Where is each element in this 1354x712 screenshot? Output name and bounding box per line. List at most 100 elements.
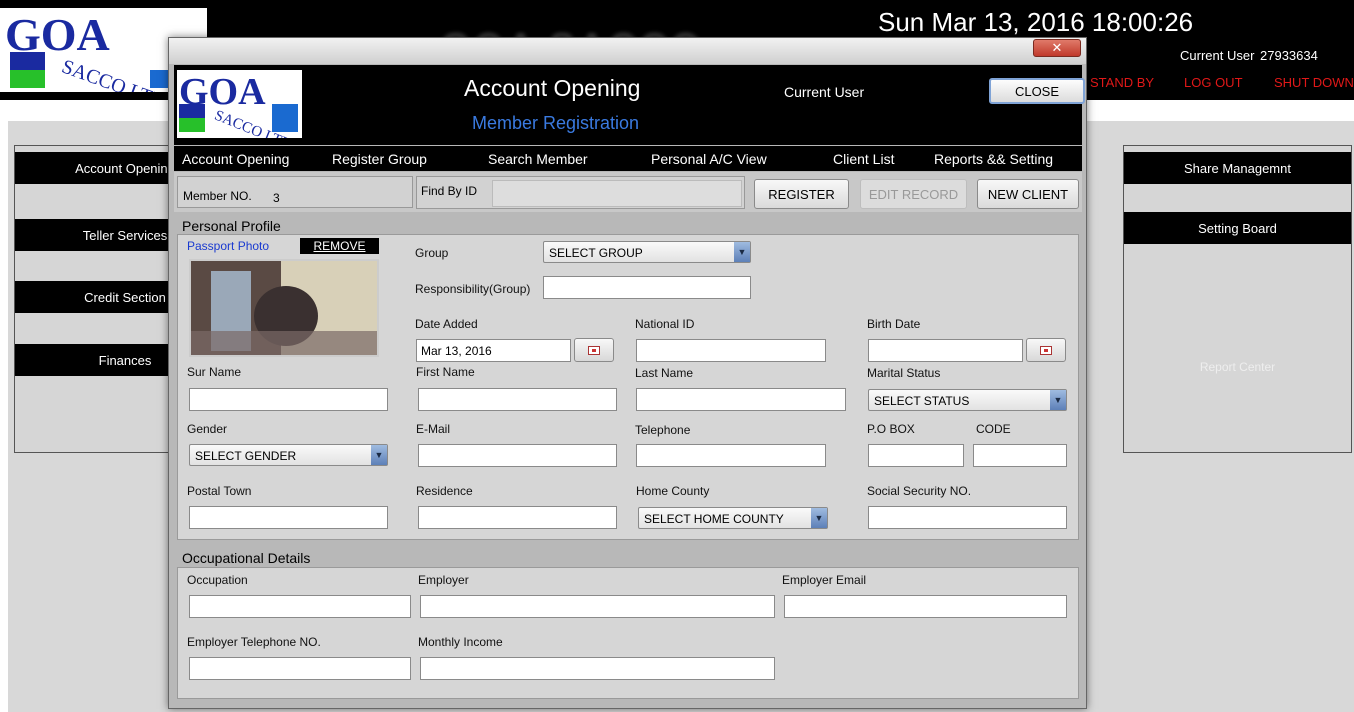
sur-name-input[interactable] [189, 388, 388, 411]
nav-account-opening[interactable]: Account Opening [182, 151, 289, 167]
personal-profile-heading: Personal Profile [182, 218, 281, 234]
nav-register-group[interactable]: Register Group [332, 151, 427, 167]
menu-teller-services[interactable]: Teller Services [15, 219, 173, 251]
marital-status-label: Marital Status [867, 366, 941, 380]
shut-down-link[interactable]: SHUT DOWN [1274, 75, 1354, 90]
responsibility-input[interactable] [543, 276, 751, 299]
find-by-id-box: Find By ID [416, 176, 745, 209]
stand-by-link[interactable]: STAND BY [1090, 75, 1154, 90]
passport-photo[interactable] [189, 259, 379, 357]
menu-finances[interactable]: Finances [15, 344, 173, 376]
employer-telephone-input[interactable] [189, 657, 411, 680]
chevron-down-icon: ▼ [371, 445, 387, 465]
monthly-income-input[interactable] [420, 657, 775, 680]
group-select[interactable]: SELECT GROUP ▼ [543, 241, 751, 263]
employer-label: Employer [418, 573, 469, 587]
calendar-icon [588, 345, 600, 355]
home-county-value: SELECT HOME COUNTY [644, 512, 784, 526]
chevron-down-icon: ▼ [1050, 390, 1066, 410]
member-no-label: Member NO. [183, 189, 252, 203]
marital-status-value: SELECT STATUS [874, 394, 970, 408]
ssn-label: Social Security NO. [867, 484, 972, 498]
gender-select-value: SELECT GENDER [195, 449, 297, 463]
last-name-input[interactable] [636, 388, 846, 411]
chevron-down-icon: ▼ [811, 508, 827, 528]
group-select-value: SELECT GROUP [549, 246, 643, 260]
occupation-label: Occupation [187, 573, 248, 587]
left-menu: Account Opening Teller Services Credit S… [14, 145, 173, 453]
monthly-income-label: Monthly Income [418, 635, 503, 649]
telephone-label: Telephone [635, 423, 691, 437]
nav-reports-setting[interactable]: Reports && Setting [934, 151, 1053, 167]
find-by-id-label: Find By ID [421, 184, 478, 198]
nav-search-member[interactable]: Search Member [488, 151, 588, 167]
current-user-value: 27933634 [1260, 48, 1318, 63]
ssn-input[interactable] [868, 506, 1067, 529]
employer-email-label: Employer Email [782, 573, 867, 587]
sur-name-label: Sur Name [187, 365, 242, 379]
account-opening-dialog: ✕ GOA SACCO LTD Account Opening Member R… [168, 37, 1087, 709]
date-added-label: Date Added [415, 317, 478, 331]
telephone-input[interactable] [636, 444, 826, 467]
national-id-label: National ID [635, 317, 695, 331]
postal-town-input[interactable] [189, 506, 388, 529]
national-id-input[interactable] [636, 339, 826, 362]
responsibility-label: Responsibility(Group) [415, 282, 531, 296]
po-box-label: P.O BOX [867, 422, 915, 436]
edit-record-button[interactable]: EDIT RECORD [860, 179, 967, 209]
postal-town-label: Postal Town [187, 484, 252, 498]
date-added-calendar-button[interactable] [574, 338, 614, 362]
po-box-input[interactable] [868, 444, 964, 467]
nav-client-list[interactable]: Client List [833, 151, 894, 167]
passport-photo-label: Passport Photo [187, 239, 270, 253]
register-button[interactable]: REGISTER [754, 179, 849, 209]
gender-label: Gender [187, 422, 228, 436]
dialog-subtitle: Member Registration [472, 113, 640, 133]
close-icon[interactable]: ✕ [1033, 39, 1081, 57]
remove-photo-button[interactable]: REMOVE [300, 238, 379, 254]
code-input[interactable] [973, 444, 1067, 467]
dialog-logo: GOA SACCO LTD [177, 70, 302, 138]
employer-email-input[interactable] [784, 595, 1067, 618]
employer-input[interactable] [420, 595, 775, 618]
code-label: CODE [976, 422, 1011, 436]
member-no-value: 3 [273, 191, 280, 205]
dialog-nav: Account Opening Register Group Search Me… [174, 146, 1082, 171]
clock: Sun Mar 13, 2016 18:00:26 [878, 7, 1194, 37]
residence-label: Residence [416, 484, 473, 498]
email-input[interactable] [418, 444, 617, 467]
home-county-select[interactable]: SELECT HOME COUNTY ▼ [638, 507, 828, 529]
new-client-button[interactable]: NEW CLIENT [977, 179, 1079, 209]
dialog-titlebar[interactable]: ✕ [169, 38, 1086, 64]
home-county-label: Home County [636, 484, 710, 498]
dialog-header: GOA SACCO LTD Account Opening Member Reg… [174, 65, 1085, 145]
find-by-id-input[interactable] [492, 180, 742, 207]
group-label: Group [415, 246, 449, 260]
gender-select[interactable]: SELECT GENDER ▼ [189, 444, 388, 466]
menu-share-management[interactable]: Share Managemnt [1124, 152, 1351, 184]
current-user-label: Current User [1180, 48, 1255, 63]
dialog-title: Account Opening [464, 75, 641, 101]
date-added-input[interactable]: Mar 13, 2016 [416, 339, 571, 362]
chevron-down-icon: ▼ [734, 242, 750, 262]
birth-date-calendar-button[interactable] [1026, 338, 1066, 362]
email-label: E-Mail [416, 422, 451, 436]
report-center[interactable]: Report Center [1124, 360, 1351, 374]
menu-setting-board[interactable]: Setting Board [1124, 212, 1351, 244]
birth-date-input[interactable] [868, 339, 1023, 362]
member-no-box: Member NO. 3 [177, 176, 413, 208]
employer-telephone-label: Employer Telephone NO. [187, 635, 321, 649]
occupation-input[interactable] [189, 595, 411, 618]
menu-credit-section[interactable]: Credit Section [15, 281, 173, 313]
menu-account-opening[interactable]: Account Opening [15, 152, 173, 184]
calendar-icon [1040, 345, 1052, 355]
right-menu: Share Managemnt Setting Board Report Cen… [1123, 145, 1352, 453]
first-name-label: First Name [416, 365, 475, 379]
dialog-toolbar: Member NO. 3 Find By ID REGISTER EDIT RE… [174, 172, 1082, 212]
first-name-input[interactable] [418, 388, 617, 411]
log-out-link[interactable]: LOG OUT [1184, 75, 1243, 90]
close-button[interactable]: CLOSE [989, 78, 1085, 104]
residence-input[interactable] [418, 506, 617, 529]
nav-personal-ac-view[interactable]: Personal A/C View [651, 151, 767, 167]
marital-status-select[interactable]: SELECT STATUS ▼ [868, 389, 1067, 411]
